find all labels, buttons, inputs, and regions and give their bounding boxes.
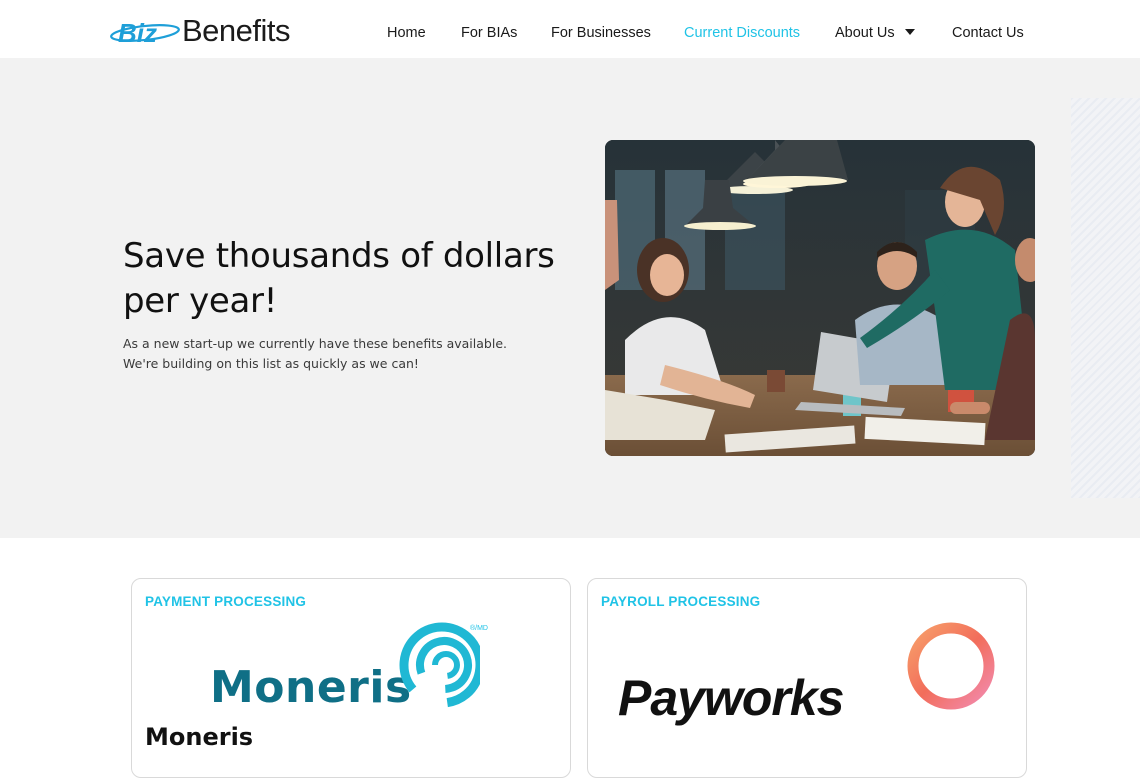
nav-about-us-label: About Us: [835, 25, 895, 41]
discount-card-payworks[interactable]: PAYROLL PROCESSING Payworks: [587, 578, 1027, 778]
nav-contact-us[interactable]: Contact Us: [952, 24, 1024, 42]
card-title: Moneris: [145, 723, 254, 751]
nav-about-us[interactable]: About Us: [835, 24, 915, 42]
registered-mark: ®/MD: [470, 625, 488, 632]
main-nav: Home For BIAs For Businesses Current Dis…: [0, 0, 1140, 58]
payworks-logo-text: Payworks: [618, 670, 844, 726]
nav-for-businesses[interactable]: For Businesses: [551, 24, 651, 42]
site-header: Biz Benefits Home For BIAs For Businesse…: [0, 0, 1140, 58]
moneris-swirl-icon: [399, 622, 480, 708]
hero-photo: [605, 140, 1035, 456]
card-category: PAYROLL PROCESSING: [601, 594, 761, 609]
hero-title: Save thousands of dollars per year!: [123, 236, 555, 321]
card-category: PAYMENT PROCESSING: [145, 594, 307, 609]
hero-subtitle: As a new start-up we currently have thes…: [123, 336, 507, 371]
chevron-down-icon[interactable]: [904, 29, 915, 36]
payworks-ring-icon: [907, 622, 995, 710]
nav-home[interactable]: Home: [387, 24, 426, 42]
nav-for-bias[interactable]: For BIAs: [461, 24, 517, 42]
moneris-logo-text: Moneris: [210, 662, 412, 713]
hero-section: Save thousands of dollars per year! As a…: [0, 58, 1140, 538]
nav-current-discounts[interactable]: Current Discounts: [684, 24, 800, 42]
discount-card-moneris[interactable]: PAYMENT PROCESSING Moneris ®/MD Moneris: [131, 578, 571, 778]
decorative-pattern: [1071, 98, 1140, 498]
